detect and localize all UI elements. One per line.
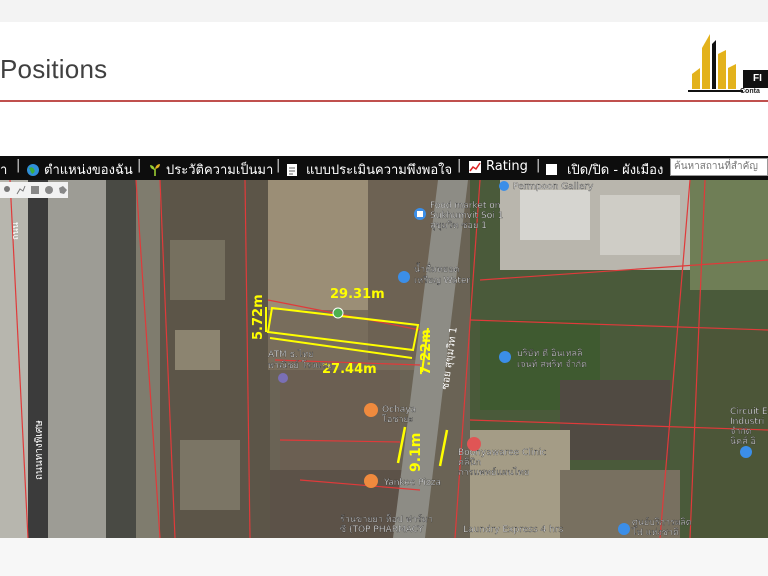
chart-icon bbox=[469, 160, 481, 173]
restaurant-pin-icon bbox=[364, 474, 378, 488]
poi-service-label-1: ศูนย์บริการผลิต bbox=[632, 516, 692, 528]
poi-yankee-label: Yankee Pizza bbox=[383, 478, 441, 488]
poi-clinic-label-3: การแพทย์แผนไทย bbox=[458, 466, 529, 478]
toolbar-item-history[interactable]: ประวัติความเป็นมา bbox=[148, 159, 273, 180]
toolbar-separator: | bbox=[16, 158, 21, 173]
square-icon bbox=[546, 164, 557, 175]
poi-food-label-3: สุขุมวิท ซอย 1 bbox=[430, 220, 487, 231]
road-label-left: ถนน bbox=[11, 222, 21, 240]
dimension-right: 7.22m bbox=[419, 329, 434, 375]
poi-laundry-label: Laundry Express 4 hrs bbox=[463, 525, 564, 535]
map-toolbar: ำ | ตำแหน่งของฉัน | ประวัติความเป็นมา | … bbox=[0, 156, 768, 180]
poi-food-label-2: Sukhumvit Soi 1 bbox=[430, 211, 503, 221]
toolbar-item-zoning-toggle[interactable]: เปิด/ปิด - ผังเมือง bbox=[546, 159, 663, 180]
business-pin-icon bbox=[740, 446, 752, 458]
poi-circuit-label-1: Circuit E bbox=[730, 407, 768, 417]
satellite-map[interactable]: 29.31m 27.44m 5.72m 7.22m 9.1m ซอย สุขุม… bbox=[0, 180, 768, 538]
toolbar-item-label: ประวัติความเป็นมา bbox=[166, 163, 274, 178]
poi-company-label-1: บริษัท ดี อินเทลลิ bbox=[517, 348, 583, 359]
toolbar-item-survey[interactable]: แบบประเมินความพึงพอใจ bbox=[286, 159, 452, 180]
business-pin-icon bbox=[499, 351, 511, 363]
toolbar-item-rating[interactable]: Rating bbox=[468, 159, 528, 174]
map-draw-tools bbox=[0, 182, 68, 198]
poi-circuit-label-2: Industri bbox=[730, 417, 764, 427]
toolbar-item-truncated[interactable]: ำ bbox=[0, 159, 7, 180]
poi-circuit-label-3: จำกัด bbox=[730, 426, 752, 437]
sprout-icon bbox=[150, 163, 160, 176]
clinic-pin-icon bbox=[467, 437, 481, 451]
poi-gallery-label: Permpoon Gallery bbox=[513, 182, 594, 192]
poi-ochaya-label-2: โอชายะ bbox=[382, 414, 414, 425]
green-pin-icon bbox=[332, 307, 344, 319]
restaurant-pin-icon bbox=[364, 403, 378, 417]
business-pin-icon bbox=[618, 523, 630, 535]
document-icon bbox=[287, 163, 297, 176]
poi-food-label-1: Food market on bbox=[430, 201, 500, 211]
page-title: Positions bbox=[0, 54, 108, 84]
map-canvas: 29.31m 27.44m 5.72m 7.22m 9.1m ซอย สุขุม… bbox=[0, 180, 768, 538]
title-divider bbox=[0, 100, 768, 102]
slide-bottom-band bbox=[0, 538, 768, 576]
store-pin-icon bbox=[398, 271, 410, 283]
globe-icon bbox=[27, 163, 39, 176]
toolbar-separator: | bbox=[276, 158, 281, 173]
polyline-tool-icon[interactable] bbox=[16, 185, 26, 195]
toolbar-separator: | bbox=[457, 158, 462, 173]
poi-company-label-2: เจนท์ สพริท จำกัด bbox=[517, 358, 587, 370]
toolbar-item-label: แบบประเมินความพึงพอใจ bbox=[306, 163, 453, 178]
map-pin-icon bbox=[499, 181, 509, 191]
logo-subtext: Conta bbox=[740, 88, 760, 95]
toolbar-item-label: ตำแหน่งของฉัน bbox=[44, 163, 133, 178]
poi-atm-label-1: ATM ธ.ไทย bbox=[268, 349, 314, 360]
slide-top-band bbox=[0, 0, 768, 22]
poi-water-label-2: เหรียญ Water bbox=[414, 275, 471, 286]
dimension-left: 5.72m bbox=[251, 294, 266, 340]
poi-pharmacy-label-2: ซี (TOP PHARMACY bbox=[340, 524, 424, 535]
toolbar-item-label: เปิด/ปิด - ผังเมือง bbox=[567, 163, 664, 178]
marker-tool-icon[interactable] bbox=[2, 185, 12, 195]
logo-wordmark: FI bbox=[743, 70, 768, 88]
poi-ochaya-label-1: Ochaya bbox=[382, 405, 416, 415]
atm-pin-icon bbox=[278, 373, 288, 383]
rectangle-tool-icon[interactable] bbox=[30, 185, 40, 195]
poi-service-label-2: ไฟ แห่งชาติ bbox=[631, 527, 679, 538]
toolbar-item-label: ำ bbox=[0, 163, 8, 178]
polygon-tool-icon[interactable] bbox=[58, 185, 68, 195]
dimension-road: 9.1m bbox=[408, 433, 424, 472]
poi-clinic-label-2: คลินิก bbox=[458, 457, 481, 468]
toolbar-item-my-location[interactable]: ตำแหน่งของฉัน bbox=[26, 159, 133, 180]
circle-tool-icon[interactable] bbox=[44, 185, 54, 195]
road-label-expressway: ถนนทางพิเศษ bbox=[34, 420, 45, 480]
toolbar-separator: | bbox=[536, 158, 541, 173]
search-placeholder: ค้นหาสถานที่สำคัญ bbox=[674, 161, 758, 172]
poi-circuit-label-4: นิคส์ อิ bbox=[730, 435, 756, 447]
road-width-line-right bbox=[438, 429, 449, 467]
dimension-top: 29.31m bbox=[330, 287, 385, 302]
shopping-pin-icon bbox=[414, 208, 426, 220]
poi-atm-label-2: พาณิชย์ โรงแรม bbox=[268, 359, 332, 371]
landmark-search-input[interactable]: ค้นหาสถานที่สำคัญ bbox=[670, 158, 768, 176]
toolbar-separator: | bbox=[137, 158, 142, 173]
toolbar-item-label: Rating bbox=[486, 159, 528, 174]
